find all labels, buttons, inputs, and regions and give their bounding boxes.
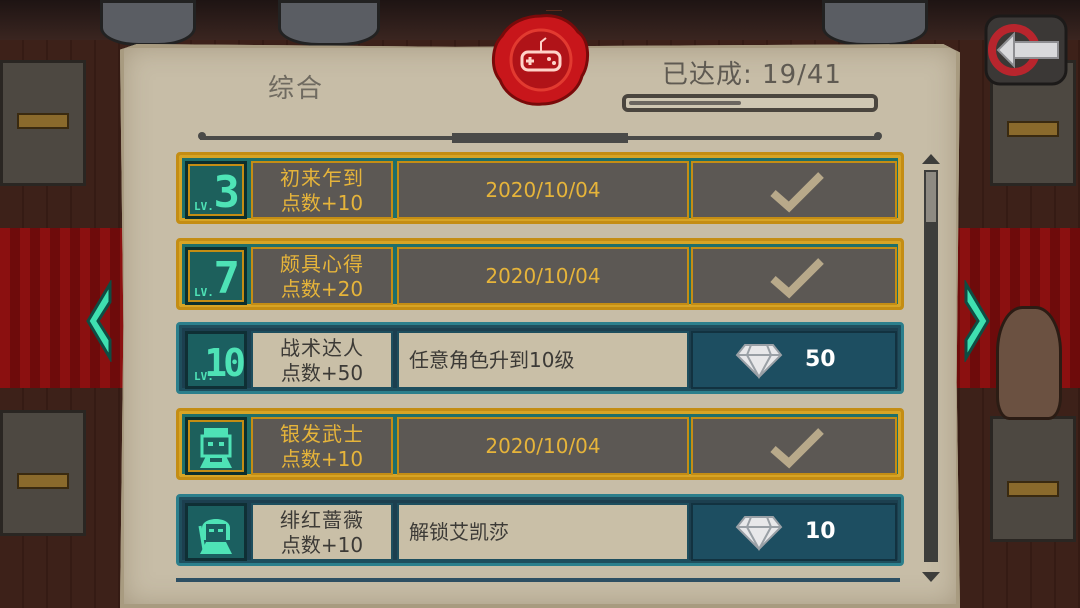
reward-claimed-box <box>691 247 897 305</box>
achievement-points: 点数+10 <box>280 533 364 557</box>
back-arrow-icon[interactable] <box>984 14 1068 86</box>
bust-statue-top-center <box>278 0 380 46</box>
achievement-name: 初来乍到 <box>280 166 364 190</box>
achievement-name-box: 战术达人 点数+50 <box>251 331 393 389</box>
scroll-up-arrow-icon[interactable] <box>920 152 942 166</box>
bust-statue-top-right <box>822 0 928 46</box>
reward-claimed-box <box>691 161 897 219</box>
achievement-name: 颇具心得 <box>280 252 364 276</box>
achievement-name: 银发武士 <box>280 422 364 446</box>
pedestal-left-top <box>0 60 86 186</box>
character-badge <box>185 417 247 475</box>
achieved-count-text: 已达成: 19/41 <box>662 60 842 90</box>
scroll-down-arrow-icon[interactable] <box>920 570 942 584</box>
scrollbar-thumb[interactable] <box>926 172 936 222</box>
pedestal-right-bottom <box>990 416 1076 542</box>
silver-samurai-portrait-icon <box>200 428 232 468</box>
level-badge: 10 LV. <box>185 331 247 389</box>
achievement-name: 绯红蔷薇 <box>280 508 364 532</box>
badge-level-number: 10 <box>204 341 246 385</box>
achievement-scrollbar[interactable] <box>920 152 942 584</box>
achievement-row[interactable]: 绯红蔷薇 点数+10 解锁艾凯莎 10 <box>176 494 904 566</box>
reward-claim-button[interactable]: 10 <box>691 503 897 561</box>
achievement-name: 战术达人 <box>280 336 364 360</box>
tab-divider <box>198 132 882 143</box>
achievement-name-box: 银发武士 点数+10 <box>251 417 393 475</box>
reward-gem-amount: 10 <box>805 519 836 544</box>
achievement-date: 2020/10/04 <box>397 417 689 475</box>
achievement-row[interactable]: 7 LV. 颇具心得 点数+20 2020/10/04 <box>176 238 904 310</box>
checkmark-icon <box>770 258 824 299</box>
badge-level-number: 7 <box>213 253 241 304</box>
pedestal-left-bottom <box>0 410 86 536</box>
chevron-left-icon[interactable] <box>84 280 114 362</box>
level-badge: 3 LV. <box>185 161 247 219</box>
achievement-name-box: 颇具心得 点数+20 <box>251 247 393 305</box>
badge-level-number: 3 <box>213 167 241 218</box>
reward-claim-button[interactable]: 50 <box>691 331 897 389</box>
crimson-rose-portrait-icon <box>198 519 232 554</box>
bust-statue-right <box>996 306 1062 420</box>
list-bottom-divider <box>176 578 900 582</box>
achievement-points: 点数+10 <box>280 191 364 215</box>
level-badge: 7 LV. <box>185 247 247 305</box>
diamond-icon <box>735 516 783 551</box>
achievement-date: 2020/10/04 <box>397 161 689 219</box>
achievement-name-box: 初来乍到 点数+10 <box>251 161 393 219</box>
achievement-progress-fill <box>629 101 742 105</box>
achievement-date: 2020/10/04 <box>397 247 689 305</box>
diamond-icon <box>735 344 783 379</box>
achievement-row[interactable]: 10 LV. 战术达人 点数+50 任意角色升到10级 50 <box>176 322 904 394</box>
reward-gem-amount: 50 <box>805 347 836 372</box>
character-badge <box>185 503 247 561</box>
achievement-progress-bar <box>622 94 878 112</box>
active-tab-indicator <box>452 133 628 143</box>
badge-lv-label: LV. <box>194 370 214 383</box>
reward-claimed-box <box>691 417 897 475</box>
red-curtain-left <box>0 228 140 388</box>
achievement-name-box: 绯红蔷薇 点数+10 <box>251 503 393 561</box>
badge-lv-label: LV. <box>194 200 214 213</box>
achievement-row[interactable]: 银发武士 点数+10 2020/10/04 <box>176 408 904 480</box>
checkmark-icon <box>770 428 824 469</box>
achievement-points: 点数+10 <box>280 447 364 471</box>
bust-statue-top-left <box>100 0 196 46</box>
badge-lv-label: LV. <box>194 286 214 299</box>
achievement-points: 点数+20 <box>280 277 364 301</box>
achievement-points: 点数+50 <box>280 361 364 385</box>
achievement-row[interactable]: 3 LV. 初来乍到 点数+10 2020/10/04 <box>176 152 904 224</box>
category-title: 综合 <box>268 74 325 104</box>
achievement-requirement: 任意角色升到10级 <box>397 331 689 389</box>
scrollbar-track[interactable] <box>924 170 938 562</box>
chevron-right-icon[interactable] <box>962 280 992 362</box>
achievement-requirement: 解锁艾凯莎 <box>397 503 689 561</box>
checkmark-icon <box>770 172 824 213</box>
gamepad-wax-seal-icon <box>492 10 589 106</box>
